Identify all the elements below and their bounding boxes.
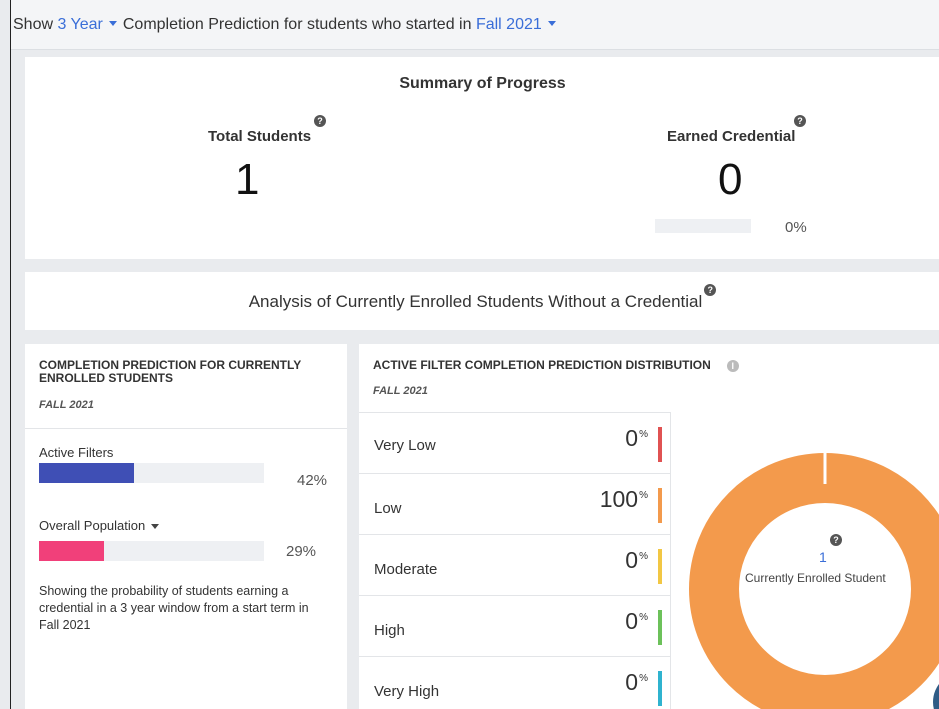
total-students-value: 1: [235, 155, 260, 204]
help-icon[interactable]: ?: [794, 115, 806, 127]
earned-credential-label: Earned Credential: [667, 128, 796, 145]
help-icon[interactable]: ?: [314, 115, 326, 127]
divider: [25, 428, 347, 429]
earned-credential-value: 0: [718, 155, 743, 204]
year-dropdown[interactable]: 3 Year: [57, 16, 122, 34]
overall-population-bar-fill: [39, 541, 105, 561]
active-filters-label: Active Filters: [39, 445, 114, 460]
year-dropdown-label: 3 Year: [57, 15, 103, 33]
active-filters-bar-fill: [39, 463, 134, 483]
completion-prediction-title: Completion Prediction for Currently Enro…: [39, 358, 302, 385]
chevron-down-icon: [108, 20, 117, 26]
dashboard-frame: Show 3 Year Completion Prediction for st…: [10, 0, 939, 709]
overall-population-percent: 29%: [286, 543, 317, 560]
help-icon[interactable]: ?: [704, 284, 717, 296]
chevron-down-icon: [151, 524, 160, 530]
donut-count: 1: [819, 549, 827, 565]
term-dropdown[interactable]: Fall 2021: [476, 16, 562, 34]
show-label: Show: [13, 15, 54, 33]
header-bar: Show 3 Year Completion Prediction for st…: [11, 0, 939, 50]
total-students-label: Total Students: [208, 128, 312, 145]
header-middle-text: Completion Prediction for students who s…: [122, 15, 472, 33]
active-filters-bar: [39, 463, 264, 483]
analysis-card: Analysis of Currently Enrolled Students …: [25, 272, 939, 330]
chevron-down-icon: [547, 20, 556, 26]
donut-segment-low[interactable]: [689, 453, 939, 709]
active-filters-percent: 42%: [297, 472, 328, 489]
overall-population-bar: [39, 541, 264, 561]
term-dropdown-label: Fall 2021: [475, 15, 542, 33]
distribution-card: Active Filter Completion Prediction Dist…: [359, 344, 939, 709]
earned-credential-progress: [655, 219, 751, 233]
summary-card: Summary of Progress Total Students ? 1 E…: [25, 57, 939, 259]
analysis-title: Analysis of Currently Enrolled Students …: [25, 284, 939, 312]
summary-title: Summary of Progress: [399, 75, 566, 92]
overall-population-label: Overall Population: [39, 518, 146, 533]
analysis-title-text: Analysis of Currently Enrolled Students …: [248, 292, 703, 311]
completion-prediction-card: Completion Prediction for Currently Enro…: [25, 344, 347, 709]
distribution-donut: [689, 433, 939, 709]
overall-population-dropdown[interactable]: Overall Population: [39, 518, 160, 533]
completion-prediction-subtitle: FALL 2021: [39, 399, 94, 411]
earned-credential-percent: 0%: [785, 219, 807, 236]
donut-label: Currently Enrolled Student: [745, 571, 886, 585]
help-icon[interactable]: ?: [830, 534, 842, 546]
completion-prediction-description: Showing the probability of students earn…: [39, 584, 309, 632]
